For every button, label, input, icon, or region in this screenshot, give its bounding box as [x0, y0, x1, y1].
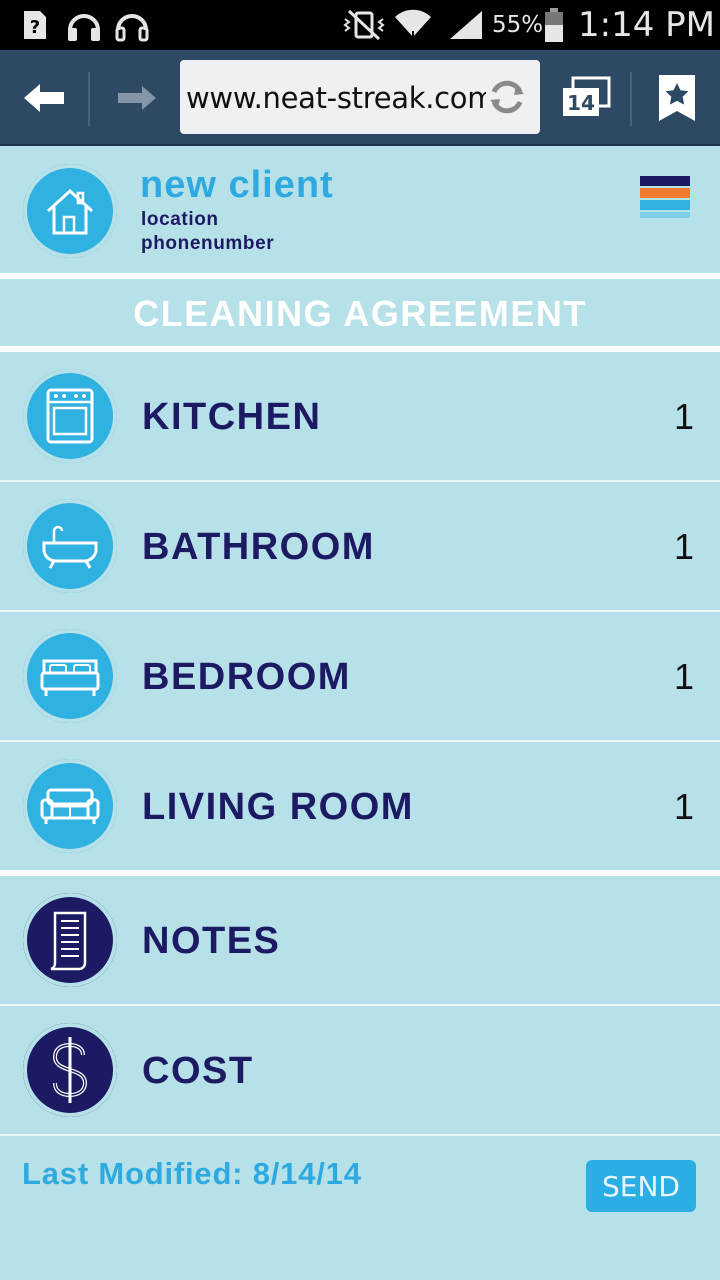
bathtub-icon	[42, 525, 98, 569]
notes-scroll-icon	[50, 911, 87, 971]
room-label: BEDROOM	[142, 656, 351, 698]
toolbar-divider-2	[630, 72, 632, 126]
notes-label: NOTES	[142, 920, 281, 962]
room-count: 1	[673, 786, 694, 827]
room-count: 1	[673, 396, 694, 437]
client-name[interactable]: new client	[140, 164, 334, 207]
cost-row[interactable]: COST	[0, 1006, 720, 1134]
tabs-icon: 14	[563, 76, 611, 116]
back-button[interactable]	[14, 50, 74, 146]
room-count: 1	[673, 526, 694, 567]
kitchen-stove-icon	[46, 388, 94, 444]
home-icon	[46, 188, 94, 235]
room-label: KITCHEN	[142, 396, 322, 438]
clock: 1:14 PM	[578, 5, 715, 45]
kitchen-icon-circle	[23, 369, 117, 463]
browser-toolbar: www.neat-streak.com 14	[0, 50, 720, 146]
row-divider	[0, 1134, 720, 1136]
bed-icon	[40, 659, 100, 696]
vibrate-mute-icon	[340, 0, 388, 50]
room-row-kitchen[interactable]: KITCHEN 1	[0, 352, 720, 480]
back-arrow-icon	[24, 84, 64, 112]
client-header: new client location phonenumber	[0, 148, 720, 274]
bathroom-icon-circle	[23, 499, 117, 593]
sofa-icon	[40, 788, 100, 824]
dollar-icon	[52, 1037, 88, 1103]
bookmark-star-icon	[659, 75, 695, 121]
home-icon-circle	[23, 164, 117, 258]
tab-count: 14	[567, 91, 595, 115]
room-row-bedroom[interactable]: BEDROOM 1	[0, 612, 720, 740]
room-row-bathroom[interactable]: BATHROOM 1	[0, 482, 720, 610]
url-text[interactable]: www.neat-streak.com	[186, 60, 486, 134]
battery-percent: 55%	[492, 12, 544, 38]
client-location: location	[141, 209, 219, 230]
wifi-icon	[392, 0, 434, 50]
notes-row[interactable]: NOTES	[0, 876, 720, 1004]
signal-icon	[446, 0, 486, 50]
notes-icon-circle	[23, 893, 117, 987]
battery-icon	[542, 0, 566, 50]
headphones-icon	[64, 0, 104, 50]
cost-icon-circle	[23, 1023, 117, 1117]
room-label: BATHROOM	[142, 526, 375, 568]
living-room-icon-circle	[23, 759, 117, 853]
section-title: CLEANING AGREEMENT	[133, 293, 587, 334]
status-bar: ? 55% 1:14 PM	[0, 0, 720, 50]
cost-label: COST	[142, 1050, 254, 1092]
unknown-notification-icon: ?	[20, 0, 50, 50]
last-modified: Last Modified: 8/14/14	[22, 1156, 362, 1191]
room-label: LIVING ROOM	[142, 786, 414, 828]
client-phone: phonenumber	[141, 233, 275, 254]
bedroom-icon-circle	[23, 629, 117, 723]
room-row-living-room[interactable]: LIVING ROOM 1	[0, 742, 720, 870]
forward-arrow-icon	[118, 86, 156, 110]
bookmark-button[interactable]	[650, 50, 704, 146]
svg-text:?: ?	[30, 17, 40, 38]
headset-icon	[112, 0, 152, 50]
tabs-button[interactable]: 14	[556, 50, 616, 146]
room-count: 1	[673, 656, 694, 697]
forward-button[interactable]	[106, 50, 166, 146]
menu-icon[interactable]	[640, 176, 690, 226]
header-divider	[0, 273, 720, 279]
url-bar[interactable]: www.neat-streak.com	[180, 60, 540, 134]
reload-icon[interactable]	[488, 78, 526, 116]
send-button[interactable]: SEND	[586, 1160, 696, 1212]
toolbar-divider	[88, 72, 90, 126]
